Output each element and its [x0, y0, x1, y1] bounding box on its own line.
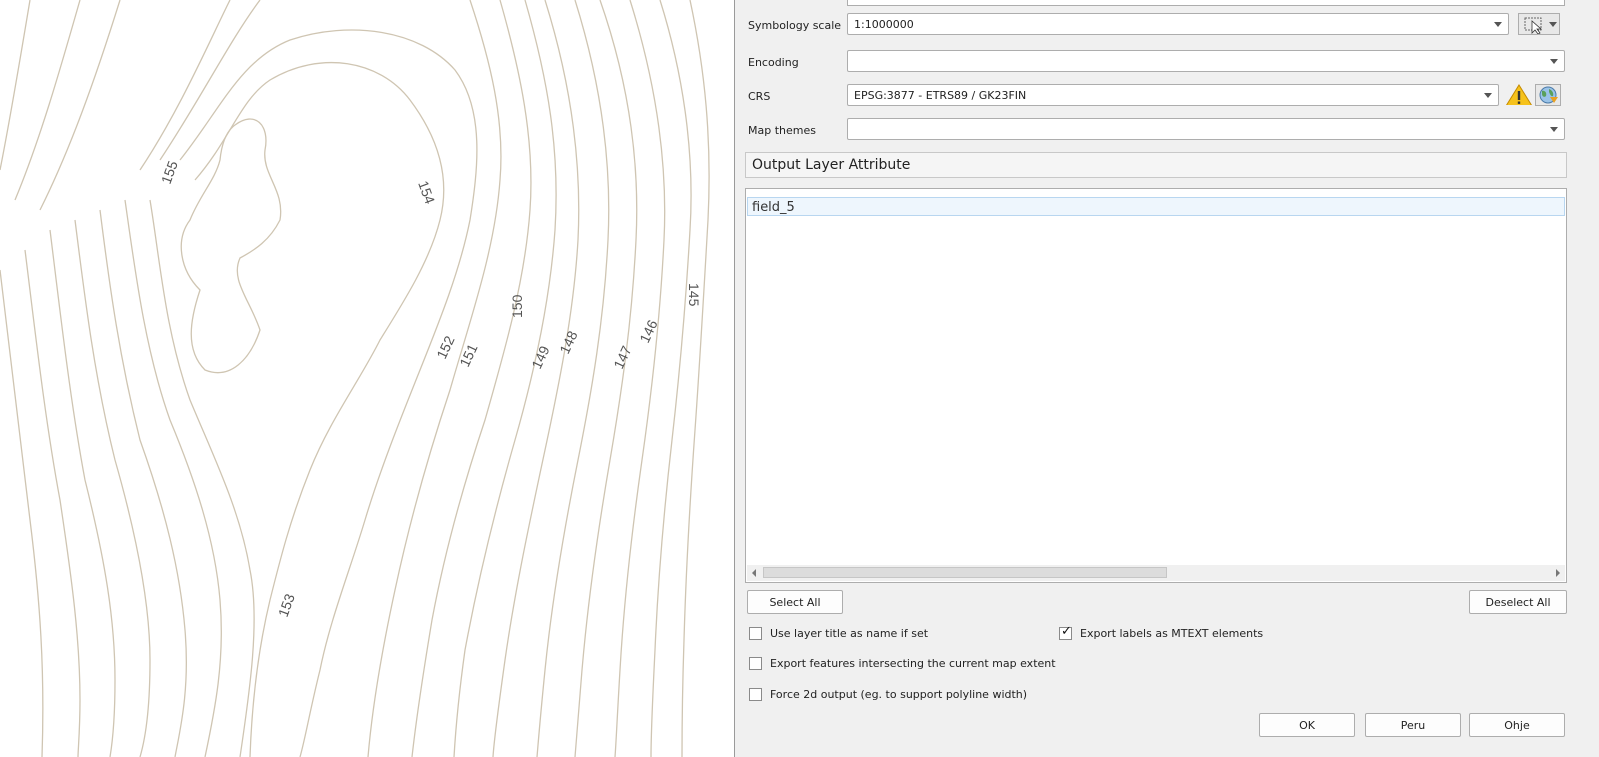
- export-intersecting-label: Export features intersecting the current…: [770, 657, 1056, 670]
- chevron-down-icon: [1550, 127, 1558, 132]
- crs-combo[interactable]: EPSG:3877 - ETRS89 / GK23FIN: [847, 84, 1499, 106]
- deselect-all-button[interactable]: Deselect All: [1469, 590, 1567, 614]
- symbology-scale-label: Symbology scale: [748, 19, 842, 32]
- cursor-select-icon: [1524, 17, 1557, 35]
- scroll-left-icon[interactable]: [752, 569, 756, 577]
- chevron-down-icon: [1494, 22, 1502, 27]
- list-item[interactable]: field_5: [747, 197, 1565, 216]
- crs-row: CRS EPSG:3877 - ETRS89 / GK23FIN: [735, 84, 1599, 110]
- symbology-scale-combo[interactable]: 1:1000000: [847, 13, 1509, 35]
- export-labels-label: Export labels as MTEXT elements: [1080, 627, 1264, 640]
- output-layer-attribute-header: Output Layer Attribute: [745, 152, 1567, 178]
- use-layer-title-checkbox[interactable]: [749, 627, 762, 640]
- contour-label-150: 150: [509, 294, 525, 318]
- select-all-button[interactable]: Select All: [747, 590, 843, 614]
- pick-scale-button[interactable]: [1518, 13, 1560, 35]
- chevron-down-icon: [1550, 59, 1558, 64]
- scroll-right-icon[interactable]: [1556, 569, 1560, 577]
- symbology-scale-row: Symbology scale 1:1000000: [735, 13, 1599, 39]
- force-2d-label: Force 2d output (eg. to support polyline…: [770, 688, 1028, 701]
- help-button[interactable]: Ohje: [1469, 713, 1565, 737]
- contour-label-154: 154: [415, 179, 438, 207]
- contour-label-149: 149: [528, 343, 552, 371]
- force-2d-checkbox[interactable]: [749, 688, 762, 701]
- warning-icon[interactable]: [1505, 83, 1533, 105]
- checkmark-icon: ✓: [1061, 624, 1072, 639]
- crs-select-button[interactable]: [1535, 84, 1561, 106]
- encoding-label: Encoding: [748, 56, 799, 69]
- encoding-row: Encoding: [735, 50, 1599, 76]
- layer-combo-partial[interactable]: [847, 0, 1565, 6]
- scrollbar-thumb[interactable]: [763, 567, 1167, 578]
- chevron-down-icon: [1484, 93, 1492, 98]
- export-labels-checkbox[interactable]: ✓: [1059, 624, 1072, 640]
- dxf-export-dialog: Symbology scale 1:1000000 Encoding CRS E…: [734, 0, 1599, 757]
- contour-label-155: 155: [158, 158, 181, 186]
- map-themes-label: Map themes: [748, 124, 816, 137]
- export-intersecting-checkbox[interactable]: [749, 657, 762, 670]
- contour-label-151: 151: [456, 341, 480, 369]
- list-item-label: field_5: [752, 200, 795, 215]
- map-themes-row: Map themes: [735, 118, 1599, 144]
- contour-label-145: 145: [686, 283, 702, 307]
- horizontal-scrollbar[interactable]: [747, 565, 1565, 581]
- symbology-scale-value: 1:1000000: [854, 18, 914, 31]
- crs-label: CRS: [748, 90, 771, 103]
- globe-icon: [1539, 86, 1558, 104]
- map-canvas[interactable]: 155 154 150 145 152 151 149 148 147 146 …: [0, 0, 734, 757]
- contour-label-153: 153: [275, 591, 298, 619]
- contour-label-152: 152: [433, 333, 457, 361]
- contour-lines: 155 154 150 145 152 151 149 148 147 146 …: [0, 0, 710, 757]
- output-layer-attribute-list[interactable]: field_5: [745, 188, 1567, 583]
- contour-label-147: 147: [610, 343, 634, 371]
- contour-label-148: 148: [556, 328, 580, 356]
- cancel-button[interactable]: Peru: [1365, 713, 1461, 737]
- crs-value: EPSG:3877 - ETRS89 / GK23FIN: [854, 89, 1027, 102]
- map-themes-combo[interactable]: [847, 118, 1565, 140]
- output-layer-attribute-title: Output Layer Attribute: [752, 157, 911, 173]
- encoding-combo[interactable]: [847, 50, 1565, 72]
- use-layer-title-label: Use layer title as name if set: [770, 627, 929, 640]
- ok-button[interactable]: OK: [1259, 713, 1355, 737]
